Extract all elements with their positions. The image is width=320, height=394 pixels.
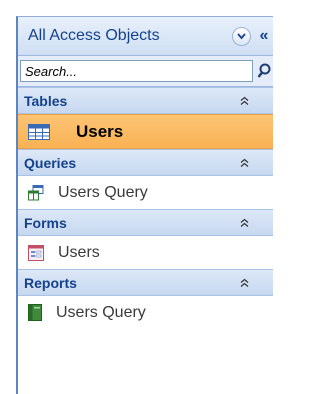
group-header-tables[interactable]: Tables (18, 87, 273, 114)
form-icon (28, 244, 44, 261)
nav-item-label: Users (76, 121, 124, 141)
chevron-up-icon[interactable] (237, 94, 251, 108)
nav-item-users-form[interactable]: Users (18, 236, 273, 269)
pane-title[interactable]: All Access Objects (18, 27, 232, 45)
nav-item-label: Users Query (56, 303, 146, 321)
search-icon[interactable] (257, 63, 271, 79)
group-label: Reports (24, 274, 77, 291)
group-header-queries[interactable]: Queries (18, 149, 273, 176)
group-label: Queries (24, 154, 77, 171)
nav-item-users-query-report[interactable]: Users Query (18, 296, 273, 329)
navigation-pane: All Access Objects « Tables (16, 16, 273, 394)
nav-item-label: Users Query (58, 183, 148, 201)
nav-item-users-query[interactable]: Users Query (18, 176, 273, 209)
collapse-pane-button[interactable]: « (257, 26, 271, 46)
chevron-up-icon[interactable] (237, 156, 251, 170)
navigation-pane-header[interactable]: All Access Objects « (18, 17, 273, 56)
query-icon (28, 184, 44, 201)
group-header-reports[interactable]: Reports (18, 269, 273, 296)
group-label: Forms (24, 214, 67, 231)
chevron-up-icon[interactable] (237, 216, 251, 230)
table-icon (28, 123, 50, 140)
group-label: Tables (24, 92, 68, 109)
nav-item-users-table[interactable]: Users (18, 114, 273, 149)
search-row (18, 56, 273, 87)
nav-item-label: Users (58, 243, 100, 261)
report-icon (28, 304, 42, 321)
group-header-forms[interactable]: Forms (18, 209, 273, 236)
chevron-up-icon[interactable] (237, 276, 251, 290)
search-input[interactable] (20, 60, 253, 82)
chevron-down-icon[interactable] (232, 26, 251, 46)
